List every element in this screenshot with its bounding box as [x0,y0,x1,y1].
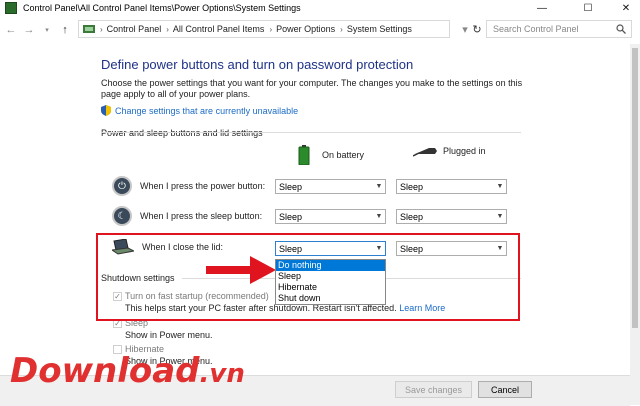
maximize-button[interactable]: ☐ [574,0,602,16]
section-divider [101,132,521,133]
dropdown-option-shut-down[interactable]: Shut down [276,293,385,304]
control-panel-small-icon [83,25,95,33]
sleep-button-row: ☾ When I press the sleep button: [112,206,262,226]
refresh-icon[interactable]: ↻ [470,22,484,36]
plugged-in-header: Plugged in [413,145,486,157]
cancel-button[interactable]: Cancel [478,381,532,398]
address-row: ← → ▾ ↑ › Control Panel › All Control Pa… [0,19,640,41]
chevron-down-icon: ▼ [375,183,383,190]
power-plug-icon [413,148,437,157]
chevron-down-icon: ▼ [375,213,383,220]
power-button-battery-value: Sleep [279,181,303,192]
chevron-down-icon: ▼ [496,213,504,220]
plugged-in-label: Plugged in [443,146,486,156]
sleep-button-battery-select[interactable]: Sleep ▼ [275,209,386,224]
back-arrow-icon[interactable]: ← [4,23,18,37]
breadcrumb-power-options[interactable]: Power Options [276,24,335,34]
breadcrumb-control-panel[interactable]: Control Panel [107,24,162,34]
close-button[interactable]: ✕ [612,0,640,16]
control-panel-icon [5,2,17,14]
save-changes-button[interactable]: Save changes [395,381,472,398]
shield-icon [101,105,111,116]
page-description: Choose the power settings that you want … [101,78,523,99]
dropdown-option-hibernate[interactable]: Hibernate [276,282,385,293]
sleep-button-icon: ☾ [112,206,132,226]
watermark-main: Download [10,351,200,391]
search-placeholder: Search Control Panel [493,24,579,34]
up-arrow-icon[interactable]: ↑ [58,23,72,37]
minimize-button[interactable]: — [528,0,556,16]
dropdown-option-do-nothing[interactable]: Do nothing [276,260,385,271]
address-box[interactable]: › Control Panel › All Control Panel Item… [78,20,450,38]
chevron-down-icon: ▼ [496,183,504,190]
vertical-scrollbar[interactable] [630,44,640,405]
search-icon [616,24,626,34]
section-title: Power and sleep buttons and lid settings [101,128,263,138]
power-button-plugged-select[interactable]: Sleep ▼ [396,179,507,194]
scrollbar-thumb[interactable] [632,48,638,328]
watermark-logo: Download.vn [10,351,245,391]
change-settings-label: Change settings that are currently unava… [115,105,299,116]
sleep-button-plugged-value: Sleep [400,211,424,222]
sleep-button-plugged-select[interactable]: Sleep ▼ [396,209,507,224]
recent-chevron-icon[interactable]: ▾ [40,23,54,37]
battery-icon [298,145,310,165]
sleep-button-label: When I press the sleep button: [140,211,263,221]
window-title: Control Panel\All Control Panel Items\Po… [23,3,301,13]
on-battery-header: On battery [298,145,364,165]
search-input[interactable]: Search Control Panel [486,20,632,38]
power-button-icon: ⏻ [112,176,132,196]
change-settings-link[interactable]: Change settings that are currently unava… [101,105,298,116]
red-arrow-icon [206,256,276,284]
power-button-plugged-value: Sleep [400,181,424,192]
power-button-row: ⏻ When I press the power button: [112,176,265,196]
breadcrumb-system-settings[interactable]: System Settings [347,24,412,34]
watermark-suffix: .vn [199,359,245,389]
dropdown-option-sleep[interactable]: Sleep [276,271,385,282]
lid-battery-dropdown-list: Do nothing Sleep Hibernate Shut down [275,259,386,305]
power-button-label: When I press the power button: [140,181,266,191]
breadcrumb-all-items[interactable]: All Control Panel Items [173,24,265,34]
forward-arrow-icon[interactable]: → [22,23,36,37]
power-button-battery-select[interactable]: Sleep ▼ [275,179,386,194]
sleep-option-description: Show in Power menu. [125,330,213,340]
sleep-button-battery-value: Sleep [279,211,303,222]
page-heading: Define power buttons and turn on passwor… [101,57,414,72]
on-battery-label: On battery [322,150,365,160]
